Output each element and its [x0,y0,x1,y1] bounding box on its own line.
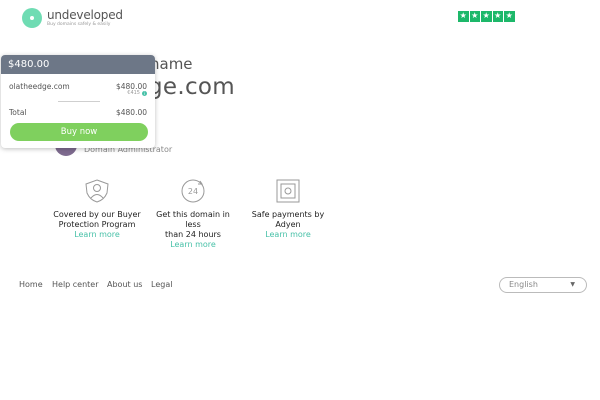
trustpilot-rating[interactable]: ★ ★ ★ ★ ★ [458,11,515,22]
feature-title-line1: Covered by our Buyer [53,210,141,219]
buy-now-button[interactable]: Buy now [10,123,148,141]
card-price-header: $480.00 [1,55,155,74]
feature-fast-transfer: 24 Get this domain in less than 24 hours… [148,178,238,250]
shield-person-icon [85,179,109,203]
total-label: Total [9,108,27,117]
domain-title: ge.com [148,74,235,100]
logo-mark-icon [22,8,42,28]
star-icon: ★ [492,11,503,22]
footer-link-home[interactable]: Home [19,280,43,289]
logo[interactable]: undeveloped Buy domains safely & easily [22,5,123,31]
logo-name: undeveloped [47,7,123,22]
star-icon: ★ [458,11,469,22]
feature-safe-payments: Safe payments by Adyen Learn more [243,178,333,240]
info-icon[interactable]: i [142,90,147,96]
feature-title-line1: Get this domain in less [156,210,230,229]
star-icon: ★ [481,11,492,22]
total-row: Total $480.00 [9,108,147,117]
converted-price-value: €415 [127,90,140,96]
svg-text:24: 24 [188,187,198,196]
domain-name-label: name [150,55,193,73]
logo-tagline: Buy domains safely & easily [47,21,111,27]
feature-title-line1: Safe payments by [251,210,325,219]
feature-title-line2: Adyen [275,220,301,229]
line-item-domain: olatheedge.com [9,82,70,91]
purchase-card: $480.00 olatheedge.com $480.00 €415 i To… [1,55,155,148]
converted-price: €415 i [127,90,147,96]
safe-vault-icon [276,179,300,203]
chevron-down-icon: ▼ [570,281,575,288]
divider [58,101,100,102]
star-icon: ★ [469,11,480,22]
learn-more-link[interactable]: Learn more [52,230,142,240]
learn-more-link[interactable]: Learn more [243,230,333,240]
footer-link-about-us[interactable]: About us [107,280,142,289]
language-select[interactable]: English ▼ [499,277,587,293]
24-hour-clock-icon: 24 [181,179,205,203]
feature-title-line2: Protection Program [58,220,136,229]
footer-link-help-center[interactable]: Help center [52,280,99,289]
language-value: English [509,280,538,289]
feature-buyer-protection: Covered by our Buyer Protection Program … [52,178,142,240]
total-value: $480.00 [115,108,147,117]
star-icon: ★ [504,11,515,22]
learn-more-link[interactable]: Learn more [148,240,238,250]
footer-link-legal[interactable]: Legal [151,280,172,289]
feature-title-line2: than 24 hours [165,230,221,239]
